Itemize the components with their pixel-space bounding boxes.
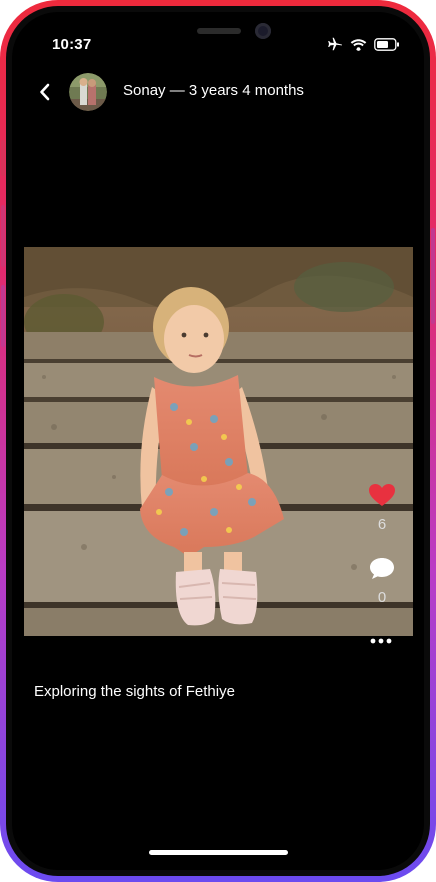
- camera: [255, 23, 271, 39]
- side-button: [431, 228, 435, 324]
- screen: 10:37 Sonay — 3 years 4 months 6 0 Explo…: [12, 12, 424, 870]
- battery-icon: [374, 37, 400, 56]
- avatar[interactable]: [69, 73, 107, 111]
- home-indicator[interactable]: [149, 850, 288, 855]
- back-button[interactable]: [34, 80, 58, 104]
- side-button: [1, 285, 5, 347]
- status-icons: [327, 37, 400, 56]
- chevron-left-icon: [40, 83, 50, 101]
- more-button[interactable]: [370, 636, 392, 644]
- heart-icon: [369, 484, 395, 506]
- speaker: [197, 28, 241, 34]
- wifi-icon: [350, 38, 367, 56]
- side-button: [1, 205, 5, 267]
- status-time: 10:37: [52, 36, 92, 53]
- side-button: [1, 140, 5, 176]
- post-caption: Exploring the sights of Fethiye: [34, 683, 235, 700]
- comment-button[interactable]: 0: [367, 556, 397, 606]
- comment-count: 0: [377, 589, 387, 606]
- post-photo[interactable]: [24, 247, 413, 636]
- like-count: 6: [377, 516, 387, 533]
- airplane-icon: [327, 37, 343, 56]
- ellipsis-icon: [370, 638, 392, 644]
- page-title: Sonay — 3 years 4 months: [123, 82, 304, 99]
- speech-bubble-icon: [370, 558, 394, 579]
- like-button[interactable]: 6: [367, 483, 397, 533]
